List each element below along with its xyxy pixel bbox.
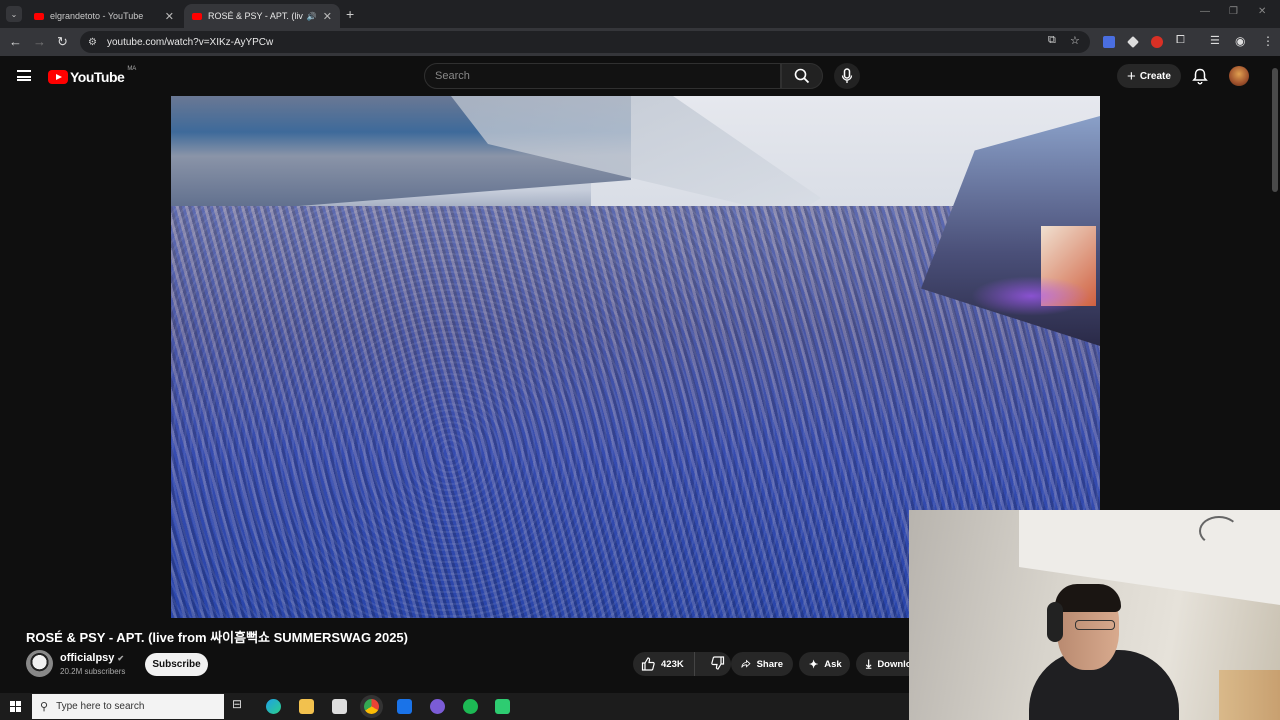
youtube-header: YouTube MA Search + Create xyxy=(0,56,1280,96)
youtube-logo[interactable]: YouTube MA xyxy=(48,66,137,85)
like-button[interactable]: 423K xyxy=(633,652,695,676)
sparkle-icon: ✦ xyxy=(809,658,819,671)
plus-icon: + xyxy=(1127,67,1136,85)
youtube-wordmark: YouTube xyxy=(70,69,125,85)
close-tab-icon[interactable]: ✕ xyxy=(323,10,332,23)
close-tab-icon[interactable]: ✕ xyxy=(165,10,174,23)
thumbs-up-icon xyxy=(641,657,655,671)
video-title: ROSÉ & PSY - APT. (live from 싸이흠뻑쇼 SUMME… xyxy=(26,630,408,645)
youtube-play-logo-icon xyxy=(48,70,68,84)
browser-tab-elgrandetoto[interactable]: elgrandetoto - YouTube ✕ xyxy=(26,4,182,28)
task-view-icon[interactable]: ⊟ xyxy=(232,697,247,712)
tab-title: ROSÉ & PSY - APT. (live fro xyxy=(208,11,303,21)
youtube-favicon-icon xyxy=(34,12,44,20)
subscribe-button[interactable]: Subscribe xyxy=(145,653,208,676)
share-button[interactable]: Share xyxy=(731,652,793,676)
thumbs-down-icon xyxy=(711,655,725,670)
install-app-icon[interactable]: ⧉ xyxy=(1048,34,1056,47)
discord-icon[interactable] xyxy=(430,699,445,714)
create-button[interactable]: + Create xyxy=(1117,64,1181,88)
windows-start-icon[interactable] xyxy=(10,701,21,712)
translate-extension-icon[interactable] xyxy=(1103,36,1115,48)
subscriber-count: 20.2M subscribers xyxy=(60,667,126,676)
youtube-favicon-icon xyxy=(192,12,202,20)
bookmark-star-icon[interactable]: ☆ xyxy=(1070,34,1080,47)
hamburger-menu-icon[interactable] xyxy=(17,70,31,81)
webcam-glasses xyxy=(1075,620,1115,630)
media-controls-icon[interactable]: ☰ xyxy=(1210,34,1220,47)
account-avatar[interactable] xyxy=(1229,66,1249,86)
search-button[interactable] xyxy=(781,63,823,89)
profile-icon[interactable]: ◉ xyxy=(1235,34,1245,48)
notifications-bell-icon[interactable] xyxy=(1192,68,1208,90)
file-explorer-icon[interactable] xyxy=(299,699,314,714)
webcam-person-hair xyxy=(1055,584,1121,612)
forward-arrow-icon[interactable]: → xyxy=(33,34,46,49)
browser-tab-strip: ⌄ elgrandetoto - YouTube ✕ ROSÉ & PSY - … xyxy=(0,0,1280,28)
search-input[interactable]: Search xyxy=(424,63,781,89)
like-count: 423K xyxy=(661,658,684,670)
country-code: MA xyxy=(127,66,137,72)
voice-search-button[interactable] xyxy=(834,63,860,89)
url-text: youtube.com/watch?v=XIKz-AyYPCw xyxy=(106,36,274,48)
diamond-extension-icon[interactable] xyxy=(1127,36,1139,48)
microsoft-store-icon[interactable] xyxy=(332,699,347,714)
webcam-wooden-door xyxy=(1219,670,1280,720)
taskbar-search-placeholder: Type here to search xyxy=(56,701,145,712)
taskbar-search-box[interactable]: ⚲ Type here to search xyxy=(32,694,224,719)
app-icon[interactable] xyxy=(495,699,510,714)
tab-title: elgrandetoto - YouTube xyxy=(50,11,144,21)
verified-check-icon: ✔ xyxy=(117,654,125,663)
ask-label: Ask xyxy=(824,658,842,670)
windows-taskbar: ⚲ Type here to search ⊟ xyxy=(0,693,909,720)
browser-tab-rose-psy[interactable]: ROSÉ & PSY - APT. (live fro 🔊 ✕ xyxy=(184,4,340,28)
page-scrollbar-thumb[interactable] xyxy=(1272,68,1278,192)
browser-toolbar: ← → ↻ ⚙ youtube.com/watch?v=XIKz-AyYPCw … xyxy=(0,28,1280,56)
close-window-button[interactable]: ✕ xyxy=(1258,6,1266,17)
channel-name[interactable]: officialpsy ✔ xyxy=(60,652,124,664)
ask-button[interactable]: ✦ Ask xyxy=(799,652,850,676)
channel-avatar[interactable] xyxy=(26,650,53,677)
chrome-menu-icon[interactable]: ⋮ xyxy=(1262,34,1274,48)
tab-search-button[interactable]: ⌄ xyxy=(6,6,22,22)
back-arrow-icon[interactable]: ← xyxy=(9,34,22,49)
taskbar-search-icon: ⚲ xyxy=(40,701,49,713)
speaker-icon[interactable]: 🔊 xyxy=(307,12,317,21)
webcam-ceiling xyxy=(1019,510,1280,605)
channel-name-text: officialpsy xyxy=(60,652,115,664)
address-bar[interactable]: ⚙ youtube.com/watch?v=XIKz-AyYPCw xyxy=(80,31,1090,53)
red-extension-icon[interactable] xyxy=(1151,36,1163,48)
minimize-button[interactable]: — xyxy=(1200,6,1210,17)
edge-browser-icon[interactable] xyxy=(266,699,281,714)
spotify-icon[interactable] xyxy=(463,699,478,714)
microphone-icon xyxy=(841,68,853,83)
create-label: Create xyxy=(1139,70,1171,82)
new-tab-button[interactable]: + xyxy=(346,6,354,22)
share-label: Share xyxy=(756,658,783,670)
like-dislike-group: 423K xyxy=(633,652,731,676)
share-arrow-icon xyxy=(741,659,751,668)
download-icon: ⤓ xyxy=(866,656,872,671)
outlook-icon[interactable] xyxy=(397,699,412,714)
webcam-headphones xyxy=(1047,602,1063,642)
webcam-ceiling-lamp xyxy=(1199,516,1239,546)
webcam-overlay xyxy=(909,510,1280,720)
chrome-taskbar-icon[interactable] xyxy=(364,699,379,714)
reload-icon[interactable]: ↻ xyxy=(57,34,68,50)
site-info-icon[interactable]: ⚙ xyxy=(88,37,97,48)
dislike-button[interactable] xyxy=(701,655,725,673)
extensions-puzzle-icon[interactable]: ⧠ xyxy=(1176,34,1185,47)
video-frame-stage-lights xyxy=(971,276,1091,316)
search-icon xyxy=(794,68,810,84)
maximize-button[interactable]: ❐ xyxy=(1229,6,1238,17)
